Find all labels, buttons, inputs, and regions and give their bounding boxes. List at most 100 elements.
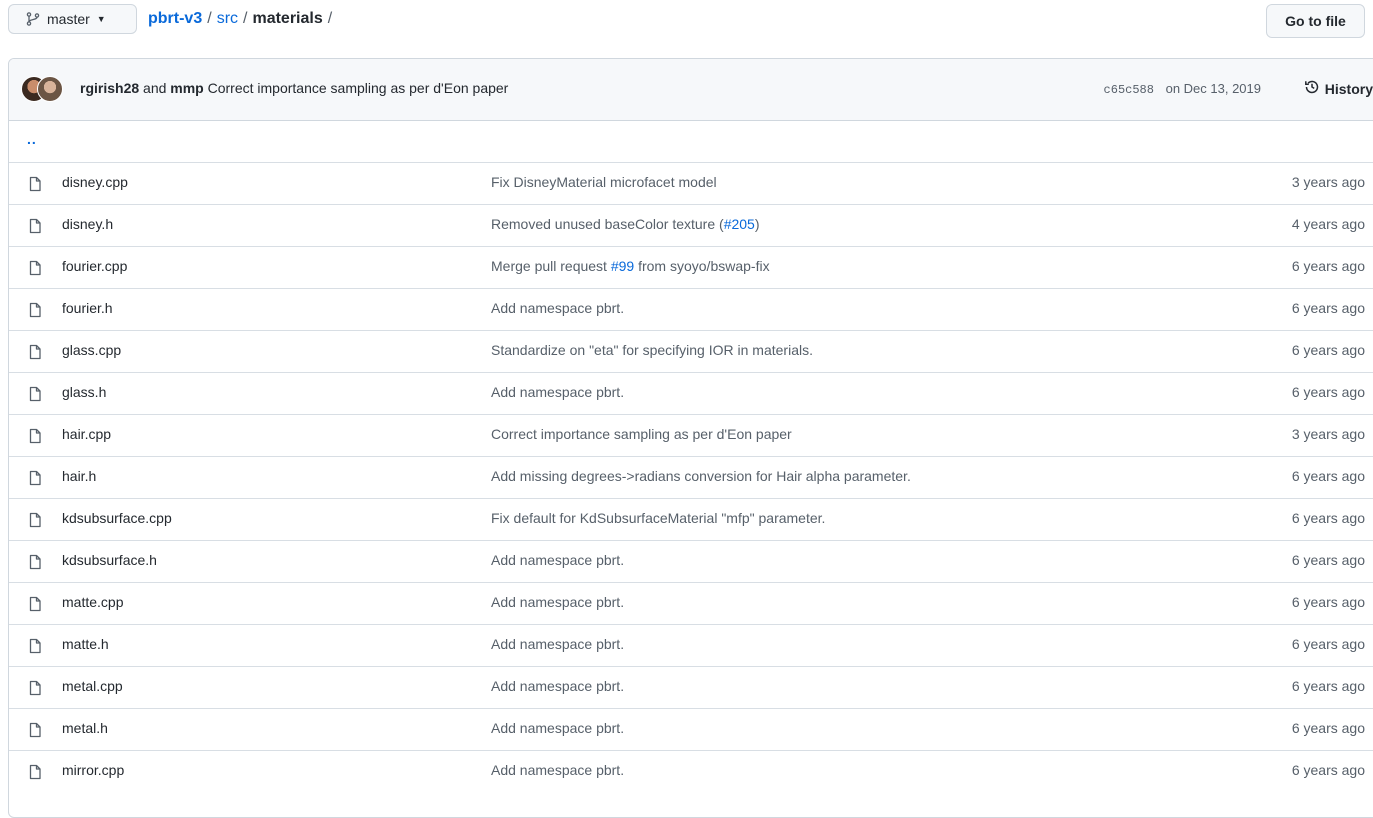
file-commit-message[interactable]: Add namespace pbrt. bbox=[491, 636, 624, 652]
avatar[interactable] bbox=[37, 76, 63, 102]
file-name-link[interactable]: matte.cpp bbox=[62, 594, 123, 610]
file-row: metal.h Add namespace pbrt. 6 years ago bbox=[9, 708, 1373, 750]
file-icon bbox=[27, 764, 43, 780]
issue-link[interactable]: #99 bbox=[611, 258, 634, 274]
file-commit-message[interactable]: Add namespace pbrt. bbox=[491, 762, 624, 778]
file-commit-age: 4 years ago bbox=[1291, 216, 1365, 232]
file-name-link[interactable]: metal.cpp bbox=[62, 678, 123, 694]
breadcrumb-current-folder: materials bbox=[252, 10, 323, 27]
commit-meta: c65c588 on Dec 13, 2019 bbox=[1104, 81, 1261, 97]
file-commit-message[interactable]: Add namespace pbrt. bbox=[491, 594, 624, 610]
breadcrumb: pbrt-v3 / src / materials / bbox=[148, 10, 337, 28]
file-commit-age: 3 years ago bbox=[1291, 174, 1365, 190]
file-row: disney.h Removed unused baseColor textur… bbox=[9, 204, 1373, 246]
file-icon bbox=[27, 344, 43, 360]
file-commit-age: 6 years ago bbox=[1291, 510, 1365, 526]
commit-author-link[interactable]: mmp bbox=[170, 80, 203, 96]
file-commit-message[interactable]: Add namespace pbrt. bbox=[491, 678, 624, 694]
file-row: fourier.h Add namespace pbrt. 6 years ag… bbox=[9, 288, 1373, 330]
file-name-link[interactable]: mirror.cpp bbox=[62, 762, 124, 778]
branch-select-button[interactable]: master ▼ bbox=[8, 4, 137, 34]
breadcrumb-separator: / bbox=[327, 10, 333, 27]
file-icon bbox=[27, 302, 43, 318]
file-row: hair.cpp Correct importance sampling as … bbox=[9, 414, 1373, 456]
commit-summary: rgirish28 and mmp Correct importance sam… bbox=[80, 80, 508, 96]
file-commit-age: 6 years ago bbox=[1291, 300, 1365, 316]
history-label: History bbox=[1324, 80, 1373, 97]
file-icon bbox=[27, 470, 43, 486]
file-row: disney.cpp Fix DisneyMaterial microfacet… bbox=[9, 162, 1373, 204]
file-name-link[interactable]: matte.h bbox=[62, 636, 109, 652]
file-commit-age: 6 years ago bbox=[1291, 258, 1365, 274]
file-commit-message[interactable]: Correct importance sampling as per d'Eon… bbox=[491, 426, 792, 442]
file-icon bbox=[27, 260, 43, 276]
file-icon bbox=[27, 386, 43, 402]
branch-name: master bbox=[47, 11, 90, 27]
issue-link[interactable]: #205 bbox=[724, 216, 755, 232]
file-icon bbox=[27, 512, 43, 528]
history-link[interactable]: History bbox=[1304, 79, 1373, 98]
breadcrumb-repo-link[interactable]: pbrt-v3 bbox=[148, 10, 202, 28]
commit-and-text: and bbox=[143, 80, 167, 96]
file-icon bbox=[27, 428, 43, 444]
commit-message-link[interactable]: Correct importance sampling as per d'Eon… bbox=[208, 80, 509, 96]
git-branch-icon bbox=[25, 11, 41, 27]
file-commit-message[interactable]: Add namespace pbrt. bbox=[491, 720, 624, 736]
file-icon bbox=[27, 596, 43, 612]
file-list-box: rgirish28 and mmp Correct importance sam… bbox=[8, 58, 1373, 818]
file-row: fourier.cpp Merge pull request #99 from … bbox=[9, 246, 1373, 288]
file-row: kdsubsurface.cpp Fix default for KdSubsu… bbox=[9, 498, 1373, 540]
file-commit-age: 6 years ago bbox=[1291, 720, 1365, 736]
commit-author-link[interactable]: rgirish28 bbox=[80, 80, 139, 96]
file-commit-message[interactable]: Removed unused baseColor texture (#205) bbox=[491, 216, 760, 232]
go-to-file-button[interactable]: Go to file bbox=[1266, 4, 1365, 38]
file-row: mirror.cpp Add namespace pbrt. 6 years a… bbox=[9, 750, 1373, 792]
file-commit-message[interactable]: Fix default for KdSubsurfaceMaterial "mf… bbox=[491, 510, 825, 526]
file-commit-message[interactable]: Merge pull request #99 from syoyo/bswap-… bbox=[491, 258, 770, 274]
caret-down-icon: ▼ bbox=[96, 14, 106, 24]
parent-directory-row[interactable]: .. bbox=[9, 121, 1373, 162]
breadcrumb-separator: / bbox=[243, 10, 248, 27]
file-name-link[interactable]: metal.h bbox=[62, 720, 108, 736]
file-commit-message[interactable]: Standardize on "eta" for specifying IOR … bbox=[491, 342, 813, 358]
file-name-link[interactable]: hair.cpp bbox=[62, 426, 111, 442]
file-icon bbox=[27, 722, 43, 738]
file-commit-age: 6 years ago bbox=[1291, 636, 1365, 652]
repo-top-bar: master ▼ pbrt-v3 / src / materials / Go … bbox=[8, 4, 1373, 38]
file-commit-message[interactable]: Add namespace pbrt. bbox=[491, 384, 624, 400]
file-commit-age: 6 years ago bbox=[1291, 678, 1365, 694]
file-row: matte.h Add namespace pbrt. 6 years ago bbox=[9, 624, 1373, 666]
commit-date: on Dec 13, 2019 bbox=[1165, 81, 1261, 96]
file-commit-message[interactable]: Add namespace pbrt. bbox=[491, 552, 624, 568]
file-name-link[interactable]: glass.h bbox=[62, 384, 106, 400]
file-row: glass.h Add namespace pbrt. 6 years ago bbox=[9, 372, 1373, 414]
file-row: hair.h Add missing degrees->radians conv… bbox=[9, 456, 1373, 498]
file-name-link[interactable]: fourier.h bbox=[62, 300, 113, 316]
file-row: glass.cpp Standardize on "eta" for speci… bbox=[9, 330, 1373, 372]
file-commit-message[interactable]: Fix DisneyMaterial microfacet model bbox=[491, 174, 717, 190]
latest-commit-bar: rgirish28 and mmp Correct importance sam… bbox=[9, 59, 1373, 121]
breadcrumb-src-link[interactable]: src bbox=[217, 10, 238, 28]
file-commit-age: 6 years ago bbox=[1291, 468, 1365, 484]
file-commit-message[interactable]: Add namespace pbrt. bbox=[491, 300, 624, 316]
file-commit-age: 3 years ago bbox=[1291, 426, 1365, 442]
file-icon bbox=[27, 680, 43, 696]
file-icon bbox=[27, 554, 43, 570]
file-name-link[interactable]: disney.cpp bbox=[62, 174, 128, 190]
history-icon bbox=[1304, 79, 1320, 98]
commit-sha-link[interactable]: c65c588 bbox=[1104, 83, 1154, 97]
breadcrumb-separator: / bbox=[207, 10, 212, 27]
parent-directory-link[interactable]: .. bbox=[27, 131, 37, 147]
file-name-link[interactable]: kdsubsurface.cpp bbox=[62, 510, 172, 526]
file-name-link[interactable]: kdsubsurface.h bbox=[62, 552, 157, 568]
file-name-link[interactable]: glass.cpp bbox=[62, 342, 121, 358]
file-commit-message[interactable]: Add missing degrees->radians conversion … bbox=[491, 468, 911, 484]
file-commit-age: 6 years ago bbox=[1291, 342, 1365, 358]
file-icon bbox=[27, 218, 43, 234]
file-icon bbox=[27, 638, 43, 654]
file-name-link[interactable]: fourier.cpp bbox=[62, 258, 127, 274]
file-name-link[interactable]: hair.h bbox=[62, 468, 96, 484]
file-name-link[interactable]: disney.h bbox=[62, 216, 113, 232]
commit-avatars bbox=[21, 76, 71, 102]
file-icon bbox=[27, 176, 43, 192]
